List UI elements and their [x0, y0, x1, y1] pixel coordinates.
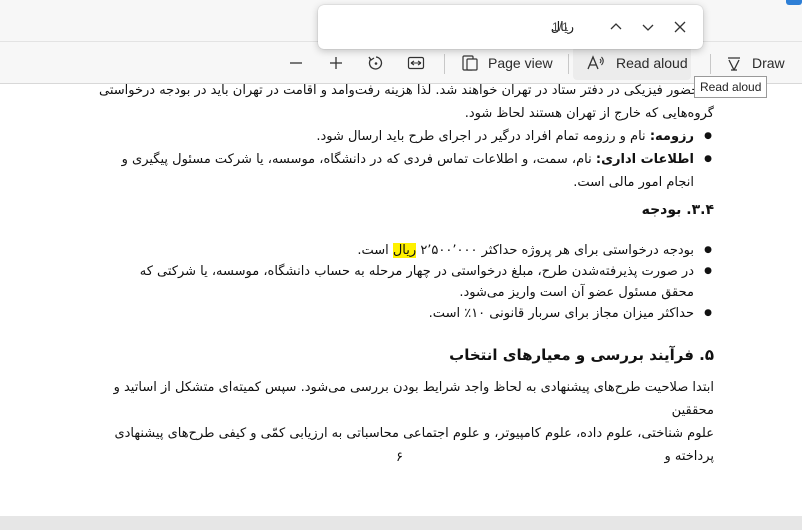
find-result-count: 1/1 [552, 20, 569, 34]
budget-bullet-list: بودجه درخواستی برای هر پروژه حداکثر ۲٬۵۰… [84, 240, 714, 324]
page-view-icon [456, 49, 484, 77]
bullet-text: نام و رزومه تمام افراد درگیر در اجرای طر… [316, 129, 650, 144]
toolbar-separator [444, 54, 445, 74]
zoom-out-button[interactable] [282, 48, 310, 78]
fit-width-icon [402, 49, 430, 77]
list-item: در صورت پذیرفته‌شدن طرح، مبلغ درخواستی د… [104, 261, 714, 303]
section-5-heading: ۵. فرآیند بررسی و معیارهای انتخاب [449, 346, 714, 364]
rotate-icon [362, 49, 390, 77]
find-close-button[interactable] [666, 14, 694, 42]
toolbar-separator [710, 54, 711, 74]
page-gap [0, 516, 802, 530]
corner-badge [786, 0, 802, 5]
page-view-label: Page view [488, 55, 553, 71]
find-next-button[interactable] [634, 14, 662, 42]
bullet-bold-label: اطلاعات اداری: [595, 152, 694, 167]
find-bar: 1/1 [318, 5, 703, 49]
close-icon [673, 19, 687, 38]
find-previous-button[interactable] [602, 14, 630, 42]
list-item: حداکثر میزان مجاز برای سربار قانونی ۱۰٪ … [84, 303, 714, 324]
pdf-page: به حضور فیزیکی در دفتر ستاد در تهران خوا… [0, 84, 802, 516]
find-input[interactable] [328, 13, 578, 41]
rotate-button[interactable] [362, 48, 390, 78]
zoom-in-button[interactable] [322, 48, 350, 78]
budget-text: حداکثر میزان مجاز برای سربار قانونی ۱۰٪ … [428, 306, 694, 321]
read-aloud-button[interactable]: Read aloud [582, 48, 688, 78]
intro-line-1: به حضور فیزیکی در دفتر ستاد در تهران خوا… [98, 84, 714, 98]
chevron-up-icon [609, 19, 623, 38]
read-aloud-icon [582, 49, 610, 77]
chevron-down-icon [641, 19, 655, 38]
section-5-line-1: ابتدا صلاحیت طرح‌های پیشنهادی به لحاظ وا… [113, 380, 714, 418]
budget-heading: ۳.۴. بودجه [641, 202, 714, 218]
page-view-button[interactable]: Page view [456, 48, 553, 78]
bullet-bold-label: رزومه: [649, 129, 694, 144]
page-number: ۶ [396, 450, 403, 465]
draw-icon [720, 49, 748, 77]
budget-text-post: است. [357, 243, 389, 258]
fit-width-button[interactable] [402, 48, 430, 78]
intro-paragraph: به حضور فیزیکی در دفتر ستاد در تهران خوا… [84, 84, 714, 125]
staff-bullet-list: رزومه: نام و رزومه تمام افراد درگیر در ا… [84, 125, 714, 194]
list-item: اطلاعات اداری: نام، سمت، و اطلاعات تماس … [114, 148, 714, 194]
draw-label: Draw [752, 55, 785, 71]
budget-text: در صورت پذیرفته‌شدن طرح، مبلغ درخواستی د… [139, 264, 694, 300]
draw-button[interactable]: Draw [720, 48, 785, 78]
list-item: رزومه: نام و رزومه تمام افراد درگیر در ا… [84, 125, 714, 148]
list-item: بودجه درخواستی برای هر پروژه حداکثر ۲٬۵۰… [84, 240, 714, 261]
read-aloud-tooltip: Read aloud [694, 76, 768, 98]
read-aloud-label: Read aloud [616, 55, 688, 71]
toolbar-separator [568, 54, 569, 74]
search-highlight: ریال [392, 243, 417, 258]
intro-line-2: گروه‌هایی که خارج از تهران هستند لحاظ شو… [464, 106, 714, 121]
plus-icon [322, 49, 350, 77]
minus-icon [282, 49, 310, 77]
budget-text-pre: بودجه درخواستی برای هر پروژه حداکثر ۲٬۵۰… [420, 243, 694, 258]
